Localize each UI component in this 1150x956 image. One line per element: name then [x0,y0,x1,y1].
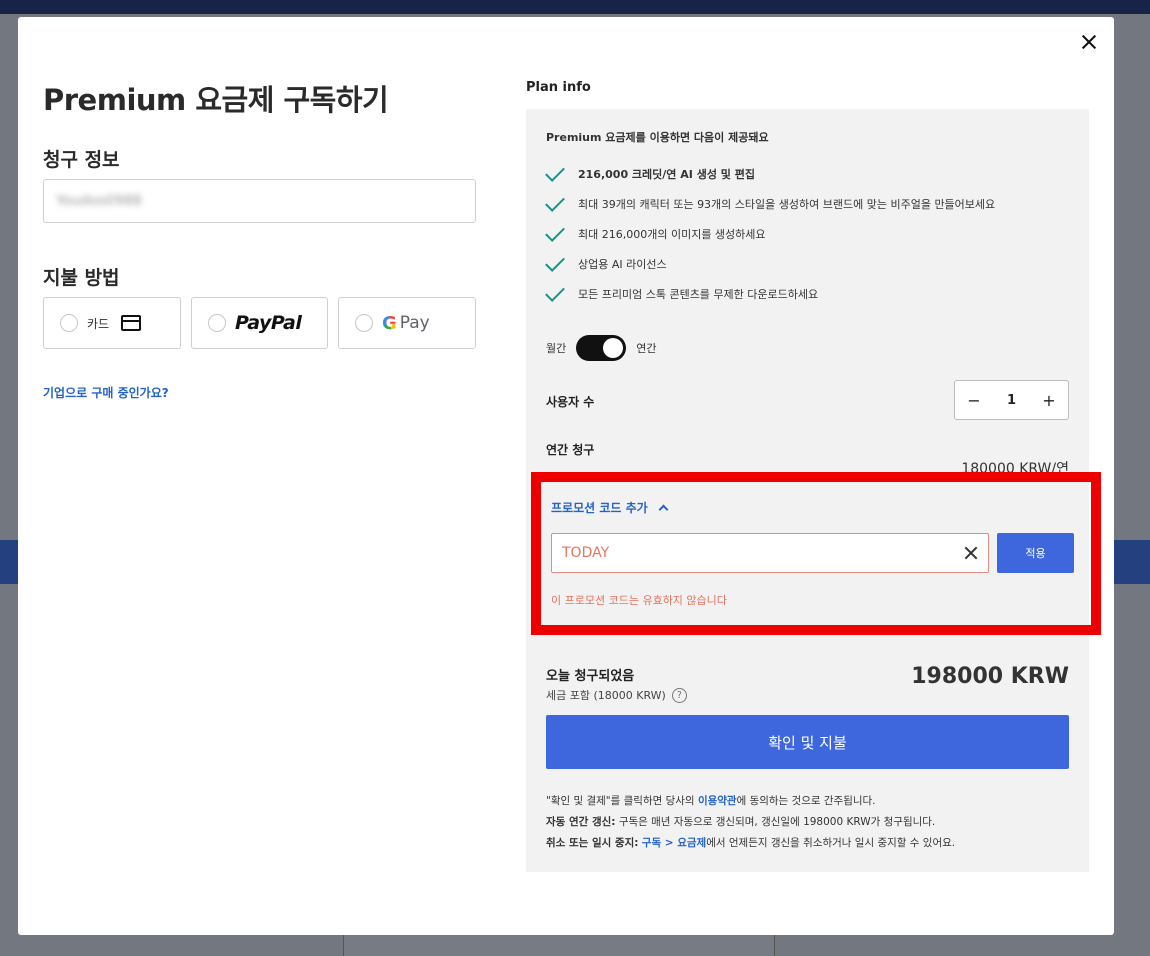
subscription-modal: Premium 요금제 구독하기 청구 정보 Youdoo0988 지불 방법 … [18,17,1114,935]
plan-settings-link[interactable]: 구독 > 요금제 [642,837,706,849]
feature-text: 상업용 AI 라이선스 [578,258,667,271]
decrement-button[interactable]: − [965,391,983,410]
tax-text: 세금 포함 (18000 KRW) [546,689,666,702]
users-count: 1 [1006,392,1017,408]
check-icon [545,281,565,302]
billing-period-toggle[interactable] [576,335,627,361]
google-pay-logo: G Pay [382,313,430,334]
auto-renewal-text: 구독은 매년 자동으로 갱신되며, 갱신일에 198000 KRW가 청구됩니다… [615,816,936,828]
billing-info-field[interactable]: Youdoo0988 [43,179,476,223]
payment-section-label: 지불 방법 [43,267,120,289]
plan-info-heading: Plan info [526,80,591,95]
promo-code-section: 프로모션 코드 추가 TODAY 적용 이 프로모션 코드는 유효하지 않습니다 [531,472,1101,635]
card-option-label: 카드 [87,316,110,331]
billing-period-toggle-row: 월간 연간 [546,335,657,361]
terms-text: "확인 및 결제"를 클릭하면 당사의 [546,795,698,807]
check-icon [545,161,565,182]
apply-promo-button[interactable]: 적용 [997,533,1074,573]
confirm-and-pay-button[interactable]: 확인 및 지불 [546,715,1069,769]
promo-code-value: TODAY [562,545,610,561]
feature-item: 216,000 크레딧/연 AI 생성 및 편집 [545,161,755,182]
users-stepper: − 1 + [954,380,1069,420]
radio-paypal[interactable] [208,314,226,332]
terms-notice: "확인 및 결제"를 클릭하면 당사의 이용약관에 동의하는 것으로 간주됩니다… [546,793,876,808]
payment-option-gpay[interactable]: G Pay [338,297,476,349]
close-icon[interactable] [1078,31,1100,53]
feature-item: 최대 216,000개의 이미지를 생성하세요 [545,221,766,242]
gpay-label: Pay [399,313,430,333]
auto-renewal-notice: 자동 연간 갱신: 구독은 매년 자동으로 갱신되며, 갱신일에 198000 … [546,814,935,829]
feature-text: 모든 프리미엄 스톡 콘텐츠를 무제한 다운로드하세요 [578,288,819,301]
users-label: 사용자 수 [546,395,595,409]
paypal-logo: PayPal [235,312,302,334]
radio-gpay[interactable] [355,314,373,332]
payment-option-card[interactable]: 카드 [43,297,181,349]
increment-button[interactable]: + [1040,391,1058,410]
feature-item: 상업용 AI 라이선스 [545,251,667,272]
payment-option-paypal[interactable]: PayPal [191,297,328,349]
background-top-bar [0,0,1150,14]
credit-card-icon [121,315,142,331]
terms-text-end: 에 동의하는 것으로 간주됩니다. [736,795,876,807]
chevron-up-icon [658,504,669,515]
check-icon [545,221,565,242]
annual-billing-label: 연간 청구 [546,443,595,457]
billing-section-label: 청구 정보 [43,149,120,171]
toggle-monthly-label: 월간 [546,342,567,355]
feature-text: 216,000 크레딧/연 AI 생성 및 편집 [578,168,755,181]
check-icon [545,191,565,212]
help-icon[interactable]: ? [671,687,687,703]
plan-intro: Premium 요금제를 이용하면 다음이 제공돼요 [546,131,769,144]
feature-item: 최대 39개의 캐릭터 또는 93개의 스타일을 생성하여 브랜드에 맞는 비주… [545,191,996,212]
cancel-text: 에서 언제든지 갱신을 취소하거나 일시 중지할 수 있어요. [706,837,956,849]
promo-error-message: 이 프로모션 코드는 유효하지 않습니다 [551,594,727,607]
radio-card[interactable] [60,314,78,332]
cancel-title: 취소 또는 일시 중지: [546,837,639,849]
terms-link[interactable]: 이용약관 [698,795,737,807]
total-price: 198000 KRW [911,664,1069,689]
cancel-notice: 취소 또는 일시 중지: 구독 > 요금제에서 언제든지 갱신을 취소하거나 일… [546,835,955,850]
billing-info-value: Youdoo0988 [56,193,142,209]
enterprise-purchase-link[interactable]: 기업으로 구매 중인가요? [43,384,169,401]
clear-icon[interactable] [964,546,978,560]
promo-toggle-label: 프로모션 코드 추가 [551,501,648,515]
feature-text: 최대 39개의 캐릭터 또는 93개의 스타일을 생성하여 브랜드에 맞는 비주… [578,198,996,211]
tax-info: 세금 포함 (18000 KRW) ? [546,687,687,703]
auto-renewal-title: 자동 연간 갱신: [546,816,616,828]
google-g-icon: G [382,312,397,334]
feature-item: 모든 프리미엄 스톡 콘텐츠를 무제한 다운로드하세요 [545,281,819,302]
feature-text: 최대 216,000개의 이미지를 생성하세요 [578,228,766,241]
plan-info-panel: Premium 요금제를 이용하면 다음이 제공돼요 216,000 크레딧/연… [526,109,1101,872]
check-icon [545,251,565,272]
promo-code-input[interactable]: TODAY [551,533,989,573]
toggle-annual-label: 연간 [636,342,657,355]
promo-code-toggle[interactable]: 프로모션 코드 추가 [551,499,669,516]
modal-title: Premium 요금제 구독하기 [43,83,389,117]
charged-today-label: 오늘 청구되었음 [546,669,635,684]
